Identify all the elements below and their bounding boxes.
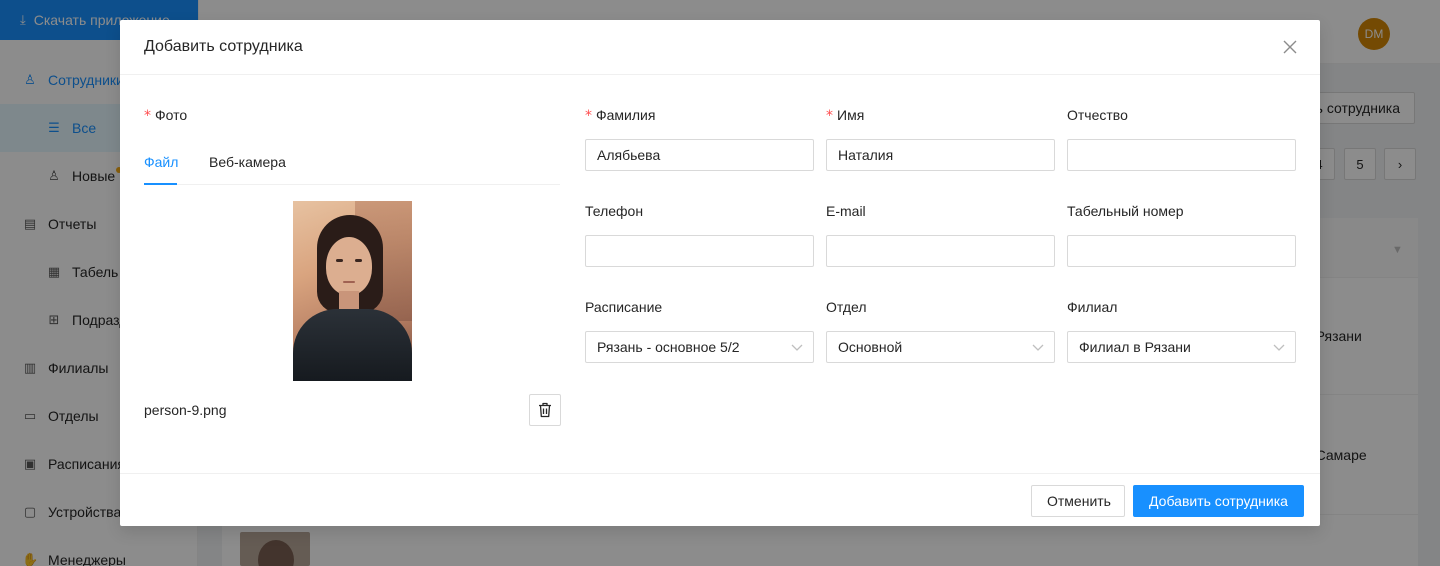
trash-icon	[539, 402, 551, 418]
tab-webcam[interactable]: Веб-камера	[209, 154, 286, 170]
cancel-button[interactable]: Отменить	[1031, 485, 1125, 517]
chevron-down-icon	[1032, 344, 1044, 351]
branch-selected-value: Филиал в Рязани	[1079, 339, 1191, 355]
branch-select[interactable]: Филиал в Рязани	[1067, 331, 1296, 363]
department-selected-value: Основной	[838, 339, 903, 355]
close-icon[interactable]	[1278, 35, 1302, 59]
required-mark: *	[585, 108, 592, 124]
email-input[interactable]	[826, 235, 1055, 267]
photo-file-name: person-9.png	[144, 402, 227, 418]
schedule-selected-value: Рязань - основное 5/2	[597, 339, 740, 355]
last-name-input[interactable]	[585, 139, 814, 171]
active-tab-indicator	[144, 183, 177, 185]
delete-photo-button[interactable]	[529, 394, 561, 426]
first-name-input[interactable]	[826, 139, 1055, 171]
phone-label: Телефон	[585, 203, 644, 219]
add-employee-modal: Добавить сотрудника * Фото Файл Веб-камер…	[120, 20, 1320, 526]
patronymic-label: Отчество	[1067, 107, 1128, 123]
department-select[interactable]: Основной	[826, 331, 1055, 363]
patronymic-input[interactable]	[1067, 139, 1296, 171]
modal-title: Добавить сотрудника	[144, 38, 303, 55]
schedule-label: Расписание	[585, 299, 663, 315]
photo-label: * Фото	[144, 107, 188, 124]
modal-header: Добавить сотрудника	[120, 20, 1320, 75]
required-mark: *	[144, 108, 151, 124]
chevron-down-icon	[1273, 344, 1285, 351]
required-mark: *	[826, 108, 833, 124]
email-label: E-mail	[826, 203, 866, 219]
first-name-label: * Имя	[826, 107, 865, 124]
chevron-down-icon	[791, 344, 803, 351]
last-name-label: * Фамилия	[585, 107, 656, 124]
photo-source-tabs: Файл Веб-камера	[144, 145, 560, 185]
modal-footer: Отменить Добавить сотрудника	[120, 473, 1320, 526]
schedule-select[interactable]: Рязань - основное 5/2	[585, 331, 814, 363]
employee-photo-preview	[293, 201, 412, 381]
tab-file[interactable]: Файл	[144, 154, 178, 170]
department-label: Отдел	[826, 299, 867, 315]
phone-input[interactable]	[585, 235, 814, 267]
branch-label: Филиал	[1067, 299, 1118, 315]
add-employee-button[interactable]: Добавить сотрудника	[1133, 485, 1304, 517]
personnel-number-label: Табельный номер	[1067, 203, 1184, 219]
personnel-number-input[interactable]	[1067, 235, 1296, 267]
